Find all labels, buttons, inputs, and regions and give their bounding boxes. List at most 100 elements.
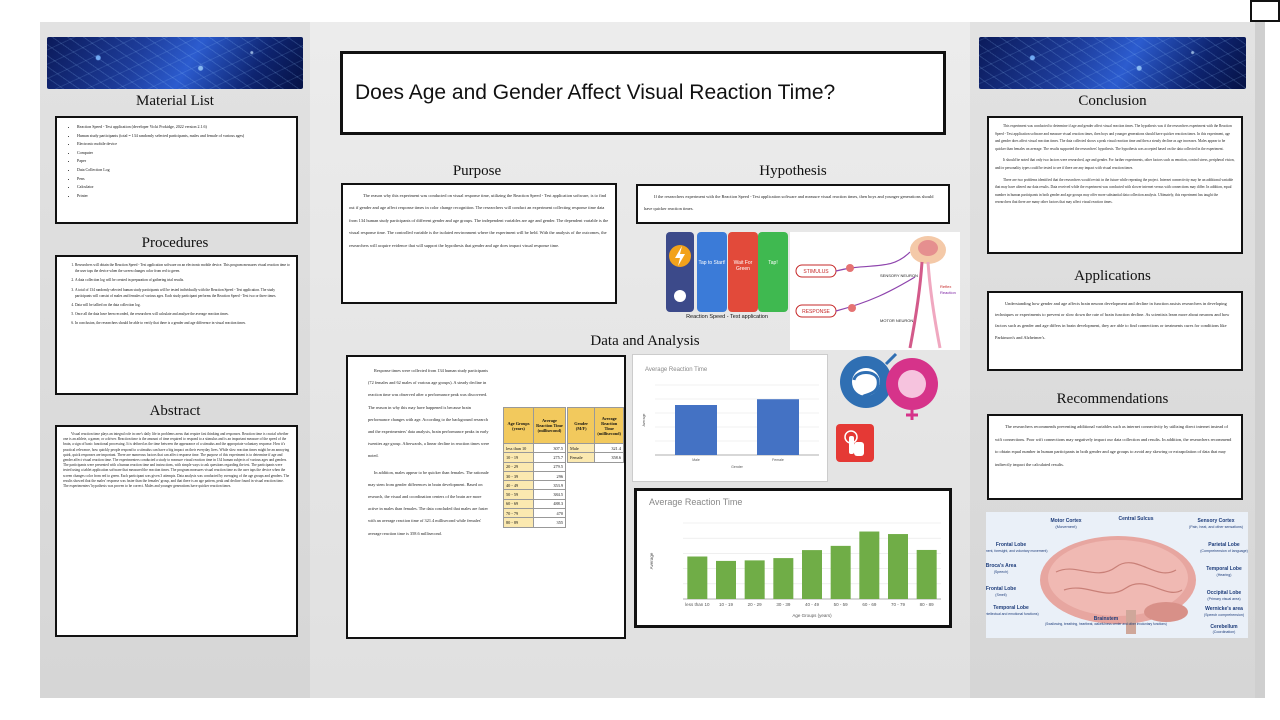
data-analysis-paragraph-1: Response times were collected from 134 h… xyxy=(368,368,490,459)
recommendations-box: The researchers recommends preventing ad… xyxy=(987,414,1243,500)
lightning-icon xyxy=(669,245,691,302)
table-cell: 321.4 xyxy=(594,442,624,454)
app-screen-tap-label: Tap! xyxy=(768,260,778,266)
y-axis-label: Average xyxy=(649,552,654,569)
brain-label: (Coordination) xyxy=(1213,630,1236,634)
applications-text: Understanding how gender and age affects… xyxy=(995,301,1230,340)
table-cell: 80 - 89 xyxy=(503,517,534,528)
x-axis-label: Gender xyxy=(731,465,744,469)
gender-table-header-gender: Gender (M/F) xyxy=(566,407,596,444)
procedure-step: Researchers will obtain the Reaction Spe… xyxy=(75,262,290,274)
bar xyxy=(830,545,851,599)
bar xyxy=(687,556,708,599)
brain-label: (Speech comprehension) xyxy=(1204,613,1244,617)
age-table-body: less than 10 307.5 10 - 19 275.7 20 - 29 279.… xyxy=(503,442,566,528)
table-row: 70 - 79 470 xyxy=(503,508,566,519)
table-cell: less than 10 xyxy=(503,442,534,454)
brain-label: (Movement) xyxy=(1055,524,1077,529)
brain-label: Temporal Lobe xyxy=(993,605,1029,611)
bar xyxy=(888,534,908,599)
table-cell: 10 - 19 xyxy=(503,452,534,463)
reaction-label: Reaction xyxy=(940,290,956,295)
table-cell: 296 xyxy=(533,470,566,482)
reflex-neuron-diagram: STIMULUS RESPONSE SENSORY NEURON MOTOR N… xyxy=(790,232,960,350)
tick-label: 80 - 89 xyxy=(920,602,935,607)
reflex-label: Reflex xyxy=(940,284,951,289)
applications-heading: Applications xyxy=(1074,268,1151,284)
bar xyxy=(744,560,765,599)
tick-label: 40 - 49 xyxy=(805,602,820,607)
brain-label: Frontal Lobe xyxy=(986,586,1016,592)
motor-neuron-label: MOTOR NEURON xyxy=(880,318,913,323)
brain-label: Sensory Cortex xyxy=(1198,518,1235,524)
gender-chart: Average Reaction Time Male Female Gender Ave… xyxy=(642,367,819,469)
app-screen-wait: Wait For Green xyxy=(728,232,758,312)
poster-title: Does Age and Gender Affect Visual Reacti… xyxy=(355,81,836,104)
material-list-box: Reaction Speed - Test application (devel… xyxy=(55,116,298,224)
gender-table-body: Male 321.4 Female 358.6 xyxy=(566,442,624,463)
hypothesis-box: If the researchers experiment with the R… xyxy=(636,184,950,224)
purpose-box: The reason why this experiment was condu… xyxy=(341,183,617,304)
material-item: Calculator xyxy=(77,183,290,192)
table-cell: 275.7 xyxy=(533,452,566,463)
tick-label: Male xyxy=(692,458,700,462)
brain-label: Frontal Lobe xyxy=(996,542,1026,548)
tick-label: Female xyxy=(772,458,784,462)
tick-label: 20 - 29 xyxy=(748,602,763,607)
poster-board: Does Age and Gender Affect Visual Reacti… xyxy=(0,0,1280,720)
brain-label: Parietal Lobe xyxy=(1208,542,1240,548)
table-row: 20 - 29 279.5 xyxy=(503,461,566,472)
tick-label: 50 - 59 xyxy=(834,602,849,607)
procedures-box: Researchers will obtain the Reaction Spe… xyxy=(55,255,298,395)
table-cell: 50 - 59 xyxy=(503,489,534,500)
brain-label: Broca's Area xyxy=(986,563,1016,569)
bar xyxy=(716,560,736,599)
material-item: Printer xyxy=(77,192,290,201)
procedures-heading: Procedures xyxy=(141,235,209,251)
brain-label: (Pain, heat, and other sensations) xyxy=(1189,525,1243,529)
brain-label: Temporal Lobe xyxy=(1206,566,1242,572)
gender-table: Gender (M/F) Average Reaction Time (mill… xyxy=(566,407,624,463)
material-item: Pens xyxy=(77,175,290,184)
tap-hand-svg xyxy=(844,430,864,456)
brain-label: (Intellectual and emotional functions) xyxy=(986,612,1039,616)
corner-frame xyxy=(1250,0,1280,22)
neuron-diagram-svg: STIMULUS RESPONSE SENSORY NEURON MOTOR N… xyxy=(795,236,956,349)
procedure-step: Once all the data have been recorded, th… xyxy=(75,311,290,317)
bar xyxy=(675,405,717,455)
table-cell: 353.9 xyxy=(533,480,566,491)
table-cell: 470 xyxy=(533,508,566,519)
hypothesis-heading: Hypothesis xyxy=(759,163,827,179)
brain-lobes-diagram: Motor Cortex (Movement) Central Sulcus Sens… xyxy=(975,512,1248,638)
tick-label: less than 10 xyxy=(685,602,710,607)
applications-box: Understanding how gender and age affects… xyxy=(987,291,1243,371)
poster-title-box: Does Age and Gender Affect Visual Reacti… xyxy=(340,51,946,135)
table-row: 30 - 39 296 xyxy=(503,470,566,482)
tick-label: 60 - 69 xyxy=(862,602,877,607)
purpose-text: The reason why this experiment was condu… xyxy=(349,193,609,248)
table-cell: Female xyxy=(566,452,596,463)
data-analysis-text: Response times were collected from 134 h… xyxy=(368,365,492,544)
brain-diagram-svg: Motor Cortex(Movement)Central Sulcus Sens… xyxy=(975,516,1248,634)
table-cell: Male xyxy=(566,442,596,454)
table-cell: 30 - 39 xyxy=(503,470,534,482)
brain-label: (Comprehension of language) xyxy=(1200,549,1248,553)
gender-chart-box: Average Reaction Time Male Female Gender Ave… xyxy=(632,354,828,482)
table-row: Male 321.4 xyxy=(566,442,624,454)
material-item: Human study participants (total = 134 ra… xyxy=(77,132,290,141)
bar xyxy=(859,531,880,599)
table-row: 50 - 59 384.5 xyxy=(503,489,566,500)
material-list: Reaction Speed - Test application (devel… xyxy=(63,123,290,200)
table-row: 80 - 89 355 xyxy=(503,517,566,528)
gender-heads-svg xyxy=(840,352,938,420)
x-axis-label: Age Groups (years) xyxy=(792,613,832,618)
procedure-step: Data will be tallied on the data collect… xyxy=(75,302,290,308)
stimulus-label: STIMULUS xyxy=(803,269,829,275)
table-row: 10 - 19 275.7 xyxy=(503,452,566,463)
age-chart: Average Reaction Time less than 10 10 - 19… xyxy=(649,497,941,618)
recommendations-heading: Recommendations xyxy=(1056,391,1169,407)
table-cell: 358.6 xyxy=(594,452,624,463)
table-cell: 307.5 xyxy=(533,442,566,454)
table-cell: 40 - 49 xyxy=(503,480,534,491)
material-item: Computer xyxy=(77,149,290,158)
